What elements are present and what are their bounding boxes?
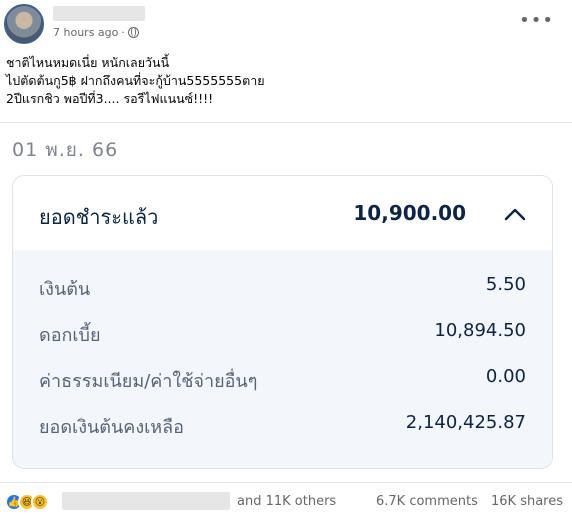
post-meta: 7 hours ago · [53,26,139,39]
breakdown-row-interest: ดอกเบี้ย 10,894.50 [39,320,526,348]
breakdown-row-fees: ค่าธรรมเนียม/ค่าใช้จ่ายอื่นๆ 0.00 [39,366,526,394]
reactor-names-blurred[interactable] [62,492,230,510]
payment-card: ยอดชำระแล้ว 10,900.00 เงินต้น 5.50 ดอกเบ… [12,175,553,469]
breakdown-value: 0.00 [485,366,526,387]
breakdown-label: ค่าธรรมเนียม/ค่าใช้จ่ายอื่นๆ [39,371,258,392]
breakdown-value: 10,894.50 [434,320,526,341]
avatar[interactable] [4,4,44,44]
breakdown-label: เงินต้น [39,279,91,300]
paid-amount-label: ยอดชำระแล้ว [39,205,159,229]
post-text-line: ชาติไหนหมดเนี่ย หนักเลยวันนี้ [6,55,170,70]
post-header: 7 hours ago · ••• [0,0,572,44]
post-footer: 👍 😆 😮 and 11K others 6.7K comments 16K s… [0,482,572,521]
comments-count[interactable]: 6.7K comments [376,494,478,509]
breakdown-label: ยอดเงินต้นคงเหลือ [39,417,184,438]
breakdown-row-remaining-principal: ยอดเงินต้นคงเหลือ 2,140,425.87 [39,412,526,440]
breakdown-value: 2,140,425.87 [405,412,526,433]
post-time[interactable]: 7 hours ago [53,26,118,39]
wow-icon: 😮 [31,493,49,511]
payment-slip-image[interactable]: 01 พ.ย. 66 ยอดชำระแล้ว 10,900.00 เงินต้น… [0,122,572,482]
breakdown-row-principal: เงินต้น 5.50 [39,274,526,302]
reaction-icons[interactable]: 👍 😆 😮 [5,493,49,511]
reaction-count[interactable]: and 11K others [237,494,336,509]
shares-count[interactable]: 16K shares [491,494,563,509]
breakdown-label: ดอกเบี้ย [39,325,101,346]
more-icon[interactable]: ••• [519,12,554,30]
globe-icon [127,27,139,38]
chevron-up-icon[interactable] [504,206,526,222]
post-text-line: 2ปีแรกชิว พอปีที่3.... รอรีไฟแนนซ์!!!! [6,91,214,106]
payment-breakdown: เงินต้น 5.50 ดอกเบี้ย 10,894.50 ค่าธรรมเ… [13,250,552,468]
breakdown-value: 5.50 [485,274,526,295]
author-name-blurred[interactable] [53,6,145,21]
meta-separator: · [121,26,125,39]
post-text: ชาติไหนหมดเนี่ย หนักเลยวันนี้ ไปตัดต้นกู… [6,54,566,108]
paid-amount-value: 10,900.00 [353,201,466,225]
payment-card-header[interactable]: ยอดชำระแล้ว 10,900.00 [13,176,552,250]
post-text-line: ไปตัดต้นกู5฿ ฝากถึงคนที่จะกู้บ้าน5555555… [6,73,265,88]
slip-date: 01 พ.ย. 66 [12,139,119,161]
